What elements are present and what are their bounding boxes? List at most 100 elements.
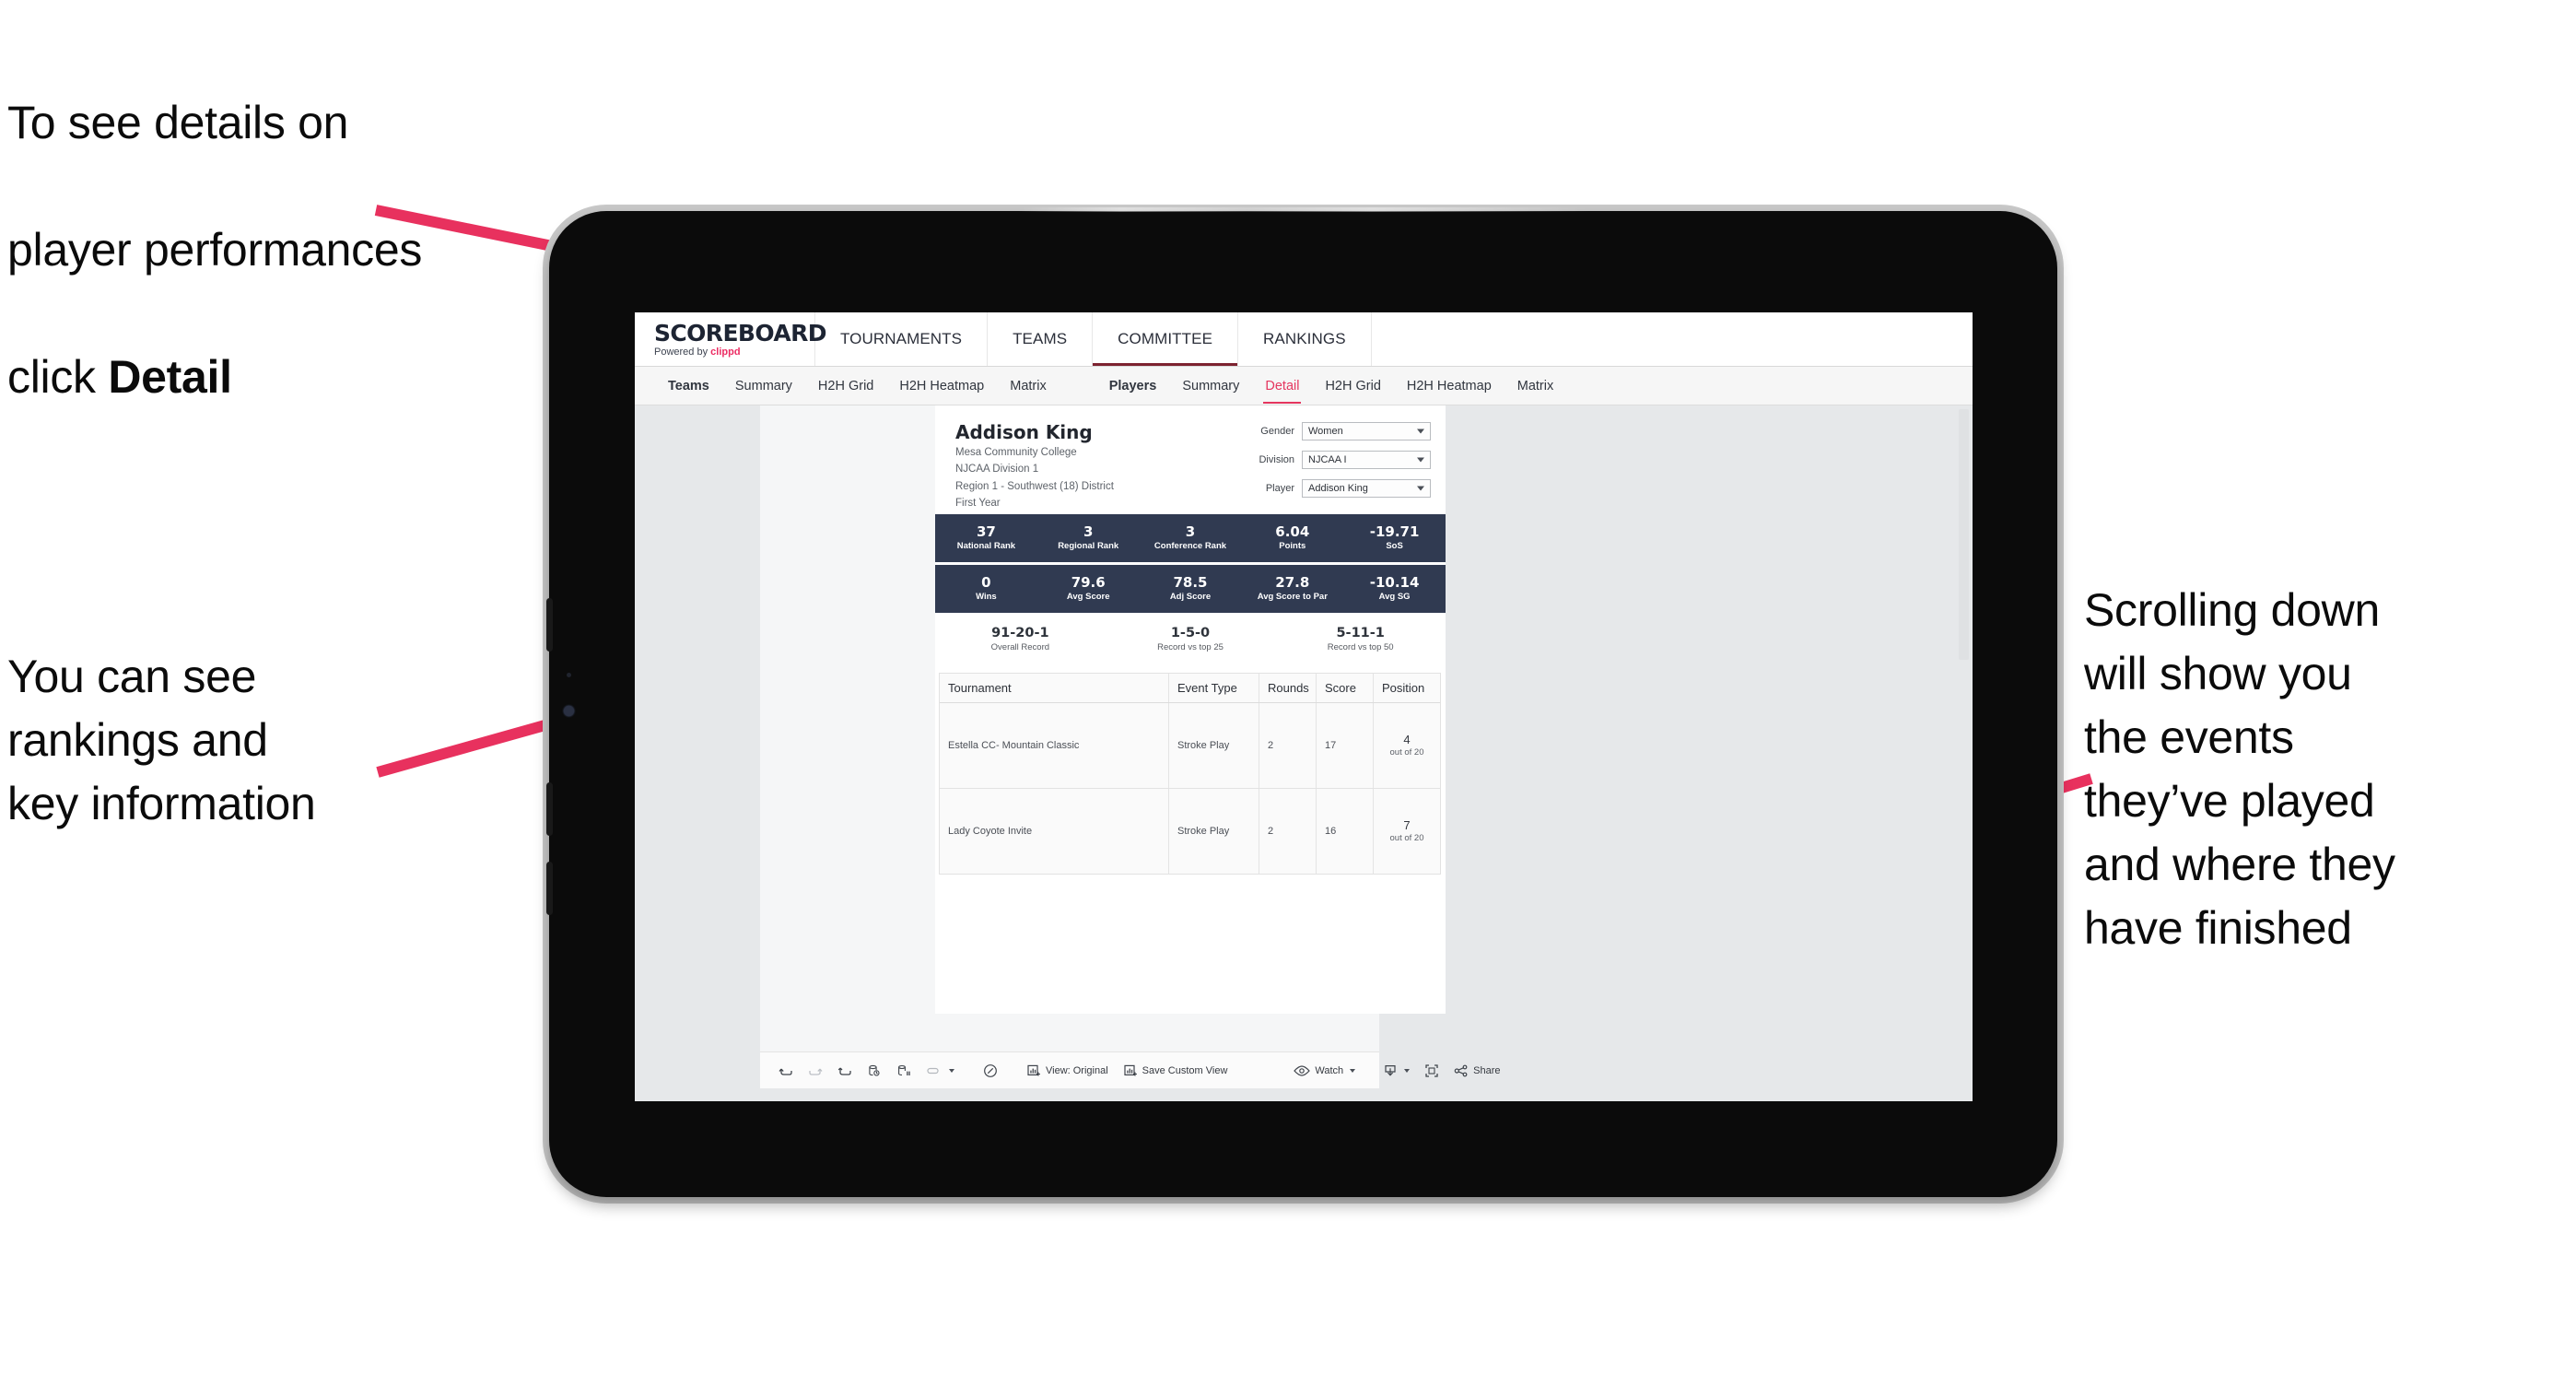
- stat-value: 3: [1185, 523, 1196, 541]
- player-year: First Year: [955, 497, 1001, 509]
- stat-value: 0: [981, 574, 991, 592]
- tab-players-detail[interactable]: Detail: [1252, 367, 1312, 405]
- tab-players-summary[interactable]: Summary: [1169, 367, 1252, 405]
- download-button[interactable]: [1376, 1059, 1417, 1083]
- vertical-scrollbar[interactable]: [1959, 405, 1971, 1051]
- stat-label: Wins: [976, 592, 997, 603]
- filter-division-select[interactable]: NJCAA I: [1302, 451, 1431, 469]
- redo-icon: [808, 1063, 823, 1078]
- filter-player-select[interactable]: Addison King: [1302, 479, 1431, 498]
- column-header-score[interactable]: Score: [1317, 674, 1374, 702]
- watch-label: Watch: [1315, 1064, 1344, 1076]
- share-label: Share: [1473, 1064, 1501, 1076]
- view-original-icon: [1026, 1063, 1041, 1078]
- tab-players-h2h-grid[interactable]: H2H Grid: [1312, 367, 1393, 405]
- stats-band-rankings: 37 National Rank 3 Regional Rank 3 Confe…: [935, 514, 1446, 562]
- chevron-down-icon: [1350, 1068, 1356, 1073]
- app-logo[interactable]: SCOREBOARD Powered by clippd: [635, 312, 827, 366]
- watch-button[interactable]: Watch: [1286, 1059, 1363, 1083]
- share-icon: [1454, 1063, 1469, 1078]
- stat-avg-score-to-par: 27.8 Avg Score to Par: [1241, 565, 1343, 613]
- record-summary-row: 91-20-1 Overall Record 1-5-0 Record vs t…: [935, 622, 1446, 664]
- redo-button[interactable]: [801, 1059, 830, 1083]
- refresh-data-button[interactable]: [860, 1059, 889, 1083]
- tab-teams-h2h-grid[interactable]: H2H Grid: [805, 367, 886, 405]
- visualization-canvas: Addison King Mesa Community College NJCA…: [635, 405, 1973, 1051]
- share-button[interactable]: Share: [1446, 1059, 1507, 1083]
- stat-label: Avg Score: [1066, 592, 1110, 603]
- filter-division-value: NJCAA I: [1308, 454, 1347, 465]
- record-vs-top-50: 5-11-1 Record vs top 50: [1275, 622, 1446, 664]
- cell-position-value: 4: [1403, 732, 1411, 746]
- nav-item-tournaments[interactable]: TOURNAMENTS: [815, 312, 989, 366]
- nav-item-committee[interactable]: COMMITTEE: [1093, 312, 1239, 366]
- column-header-position[interactable]: Position: [1374, 674, 1440, 702]
- pause-refresh-button[interactable]: [975, 1059, 1006, 1083]
- annotation-detail-line2: player performances: [7, 224, 423, 276]
- cell-position-value: 7: [1403, 817, 1411, 832]
- tab-teams-h2h-heatmap[interactable]: H2H Heatmap: [886, 367, 997, 405]
- undo-button[interactable]: [771, 1059, 801, 1083]
- highlight-icon: [926, 1063, 943, 1078]
- cell-event-type: Stroke Play: [1169, 703, 1259, 788]
- nav-item-teams[interactable]: TEAMS: [988, 312, 1094, 366]
- cell-rounds: 2: [1259, 703, 1317, 788]
- primary-nav: TOURNAMENTS TEAMS COMMITTEE RANKINGS: [815, 312, 1372, 366]
- column-header-tournament[interactable]: Tournament: [940, 674, 1169, 702]
- tab-players-h2h-heatmap[interactable]: H2H Heatmap: [1394, 367, 1505, 405]
- tab-teams-matrix[interactable]: Matrix: [997, 367, 1059, 405]
- tab-teams-summary[interactable]: Summary: [722, 367, 805, 405]
- filter-gender-value: Women: [1308, 426, 1343, 437]
- column-header-event-type[interactable]: Event Type: [1169, 674, 1259, 702]
- device-button-power[interactable]: [546, 862, 553, 915]
- save-custom-view-label: Save Custom View: [1142, 1064, 1228, 1076]
- stat-wins: 0 Wins: [935, 565, 1037, 613]
- player-region: Region 1 - Southwest (18) District: [955, 480, 1114, 492]
- clock-icon: [982, 1063, 999, 1079]
- annotation-scrolling: Scrolling down will show you the events …: [2084, 584, 2395, 954]
- scrollbar-thumb[interactable]: [1959, 409, 1969, 660]
- stat-regional-rank: 3 Regional Rank: [1037, 514, 1140, 562]
- fullscreen-icon: [1424, 1063, 1439, 1078]
- undo-icon: [779, 1063, 793, 1078]
- pause-data-button[interactable]: [889, 1059, 919, 1083]
- highlight-button[interactable]: [919, 1059, 962, 1083]
- view-original-button[interactable]: View: Original: [1019, 1059, 1116, 1083]
- table-header-row: Tournament Event Type Rounds Score Posit…: [940, 674, 1440, 703]
- table-row[interactable]: Lady Coyote Invite Stroke Play 2 16 7 ou…: [940, 789, 1440, 875]
- filter-gender-select[interactable]: Women: [1302, 422, 1431, 440]
- device-button-volume-up[interactable]: [546, 598, 553, 652]
- annotation-rankings: You can see rankings and key information: [7, 651, 316, 829]
- chevron-down-icon: [949, 1068, 954, 1073]
- stat-label: Avg SG: [1378, 592, 1411, 603]
- table-row[interactable]: Estella CC- Mountain Classic Stroke Play…: [940, 703, 1440, 789]
- cell-rounds: 2: [1259, 789, 1317, 874]
- viz-toolbar: View: Original Save Custom View Watch Sh…: [760, 1051, 1501, 1088]
- fullscreen-button[interactable]: [1417, 1059, 1446, 1083]
- player-school: Mesa Community College: [955, 447, 1077, 458]
- chevron-down-icon: [1417, 429, 1424, 434]
- stat-label: Points: [1279, 541, 1306, 552]
- revert-button[interactable]: [830, 1059, 860, 1083]
- record-label: Overall Record: [990, 642, 1050, 653]
- save-custom-view-button[interactable]: Save Custom View: [1116, 1059, 1235, 1083]
- cell-tournament: Estella CC- Mountain Classic: [940, 703, 1169, 788]
- filter-player: Player Addison King: [1237, 479, 1431, 498]
- record-label: Record vs top 50: [1327, 642, 1394, 653]
- player-division: NJCAA Division 1: [955, 464, 1039, 476]
- filter-division: Division NJCAA I: [1237, 451, 1431, 469]
- stat-value: -10.14: [1369, 574, 1420, 592]
- device-button-volume-down[interactable]: [546, 782, 553, 836]
- chevron-down-icon: [1417, 457, 1424, 463]
- record-vs-top-25: 1-5-0 Record vs top 25: [1106, 622, 1276, 664]
- stat-points: 6.04 Points: [1241, 514, 1343, 562]
- player-header: Addison King Mesa Community College NJCA…: [955, 422, 1114, 511]
- annotation-detail-line3-bold: Detail: [108, 351, 232, 403]
- column-header-rounds[interactable]: Rounds: [1259, 674, 1317, 702]
- logo-tagline-prefix: Powered by: [654, 346, 711, 358]
- nav-item-rankings[interactable]: RANKINGS: [1238, 312, 1372, 366]
- filter-player-label: Player: [1265, 483, 1294, 494]
- tab-players-matrix[interactable]: Matrix: [1505, 367, 1566, 405]
- cell-position-out-of: out of 20: [1389, 746, 1424, 758]
- teams-tab-group: Teams Summary H2H Grid H2H Heatmap Matri…: [655, 367, 1060, 405]
